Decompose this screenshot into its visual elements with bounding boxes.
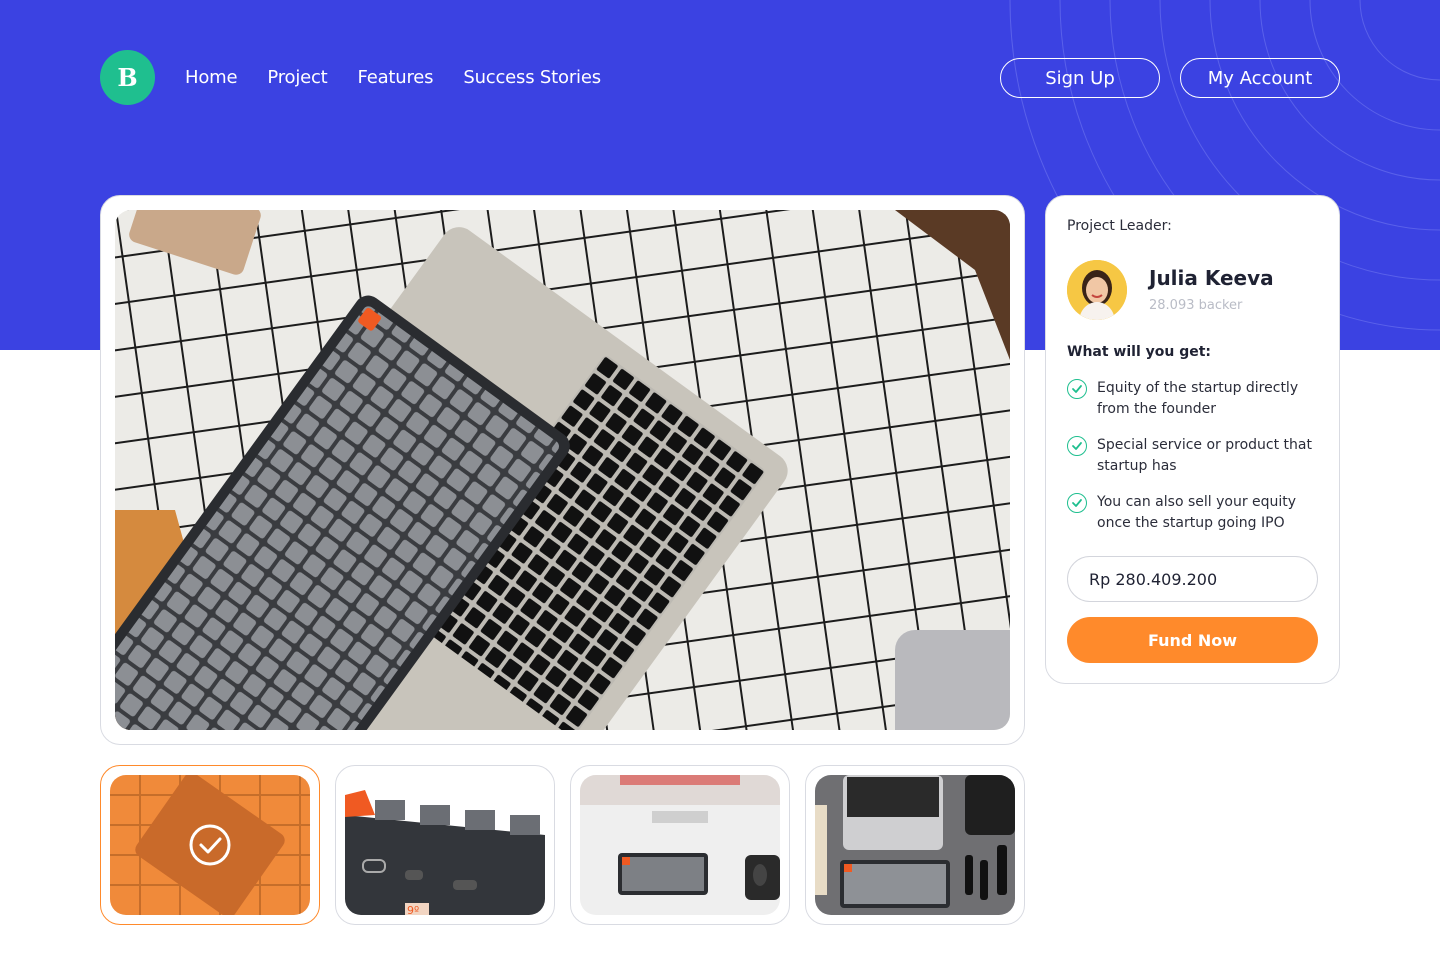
benefits-title: What will you get:	[1067, 344, 1212, 360]
thumbnail-2[interactable]: 9º	[335, 765, 555, 925]
thumbnail-1[interactable]	[100, 765, 320, 925]
main-image-card	[100, 195, 1025, 745]
backer-count: 28.093 backer	[1149, 298, 1243, 313]
fund-now-button[interactable]: Fund Now	[1067, 617, 1318, 663]
nav-home[interactable]: Home	[185, 64, 238, 92]
fund-amount-input[interactable]	[1067, 556, 1318, 602]
main-product-image[interactable]	[115, 210, 1010, 730]
thumbnail-1-image	[110, 775, 310, 915]
list-item: Equity of the startup directly from the …	[1067, 378, 1317, 420]
thumbnail-4[interactable]	[805, 765, 1025, 925]
nav-features[interactable]: Features	[358, 64, 434, 92]
sign-up-button[interactable]: Sign Up	[1000, 58, 1160, 98]
thumbnail-4-image	[815, 775, 1015, 915]
thumbnail-2-image: 9º	[345, 775, 545, 915]
brand-logo[interactable]: B	[100, 50, 155, 105]
check-circle-icon	[1067, 493, 1087, 513]
project-leader-label: Project Leader:	[1067, 218, 1172, 234]
check-circle-icon	[1067, 436, 1087, 456]
thumbnail-3-image	[580, 775, 780, 915]
list-item: Special service or product that startup …	[1067, 435, 1317, 477]
brand-logo-letter: B	[117, 63, 138, 92]
nav-success-stories[interactable]: Success Stories	[463, 64, 601, 92]
benefit-text: Equity of the startup directly from the …	[1097, 380, 1299, 417]
benefits-list: Equity of the startup directly from the …	[1067, 378, 1317, 549]
benefit-text: Special service or product that startup …	[1097, 437, 1312, 474]
my-account-button[interactable]: My Account	[1180, 58, 1340, 98]
leader-name: Julia Keeva	[1149, 266, 1274, 290]
thumbnail-3[interactable]	[570, 765, 790, 925]
check-circle-icon	[1067, 379, 1087, 399]
avatar	[1067, 260, 1127, 320]
main-nav: Home Project Features Success Stories	[185, 64, 601, 92]
benefit-text: You can also sell your equity once the s…	[1097, 494, 1297, 531]
nav-project[interactable]: Project	[267, 64, 327, 92]
svg-text:9º: 9º	[407, 904, 419, 915]
project-leader-card: Project Leader: Julia Keeva 28.093 backe…	[1045, 195, 1340, 684]
list-item: You can also sell your equity once the s…	[1067, 492, 1317, 534]
